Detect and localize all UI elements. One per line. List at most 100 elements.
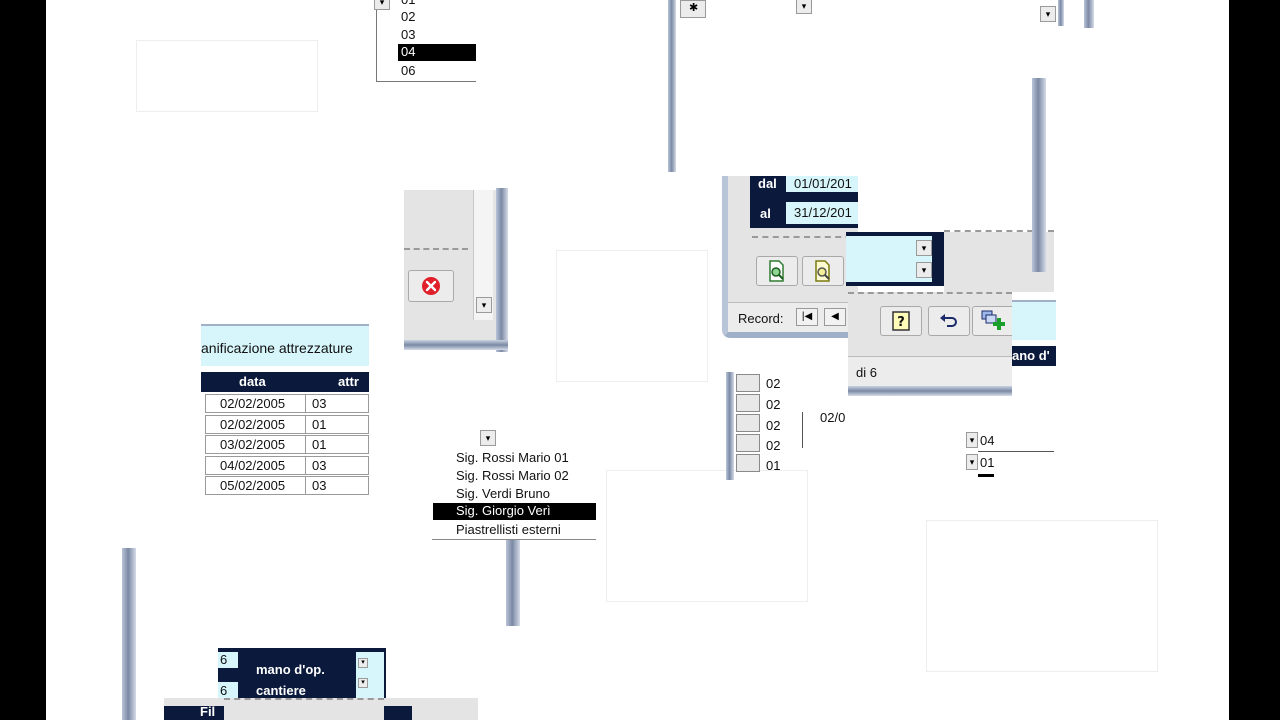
equipment-cell[interactable]: 03 bbox=[305, 455, 369, 475]
window-edge bbox=[122, 548, 136, 720]
record-selector-button[interactable]: ✱ bbox=[680, 0, 706, 18]
previous-record-button[interactable]: ◀ bbox=[824, 308, 846, 326]
dropdown-arrow-button[interactable]: ▾ bbox=[1040, 6, 1056, 22]
code-cell[interactable]: 02 bbox=[766, 438, 780, 453]
table-row[interactable]: 04/02/2005 03 bbox=[201, 455, 369, 476]
count-field[interactable]: 6 bbox=[218, 652, 238, 668]
person-dropdown-list[interactable]: ▾ Sig. Rossi Mario 01 Sig. Rossi Mario 0… bbox=[432, 430, 596, 540]
footer-tab: Fil bbox=[164, 704, 224, 720]
dropdown-option[interactable]: 06 bbox=[401, 63, 415, 78]
dropdown-option[interactable]: 03 bbox=[401, 27, 415, 42]
from-date-value: 01/01/201 bbox=[794, 176, 852, 191]
dropdown-option[interactable]: 01 bbox=[401, 0, 415, 7]
grid-line bbox=[802, 412, 803, 448]
date-cell[interactable]: 02/02/2005 bbox=[205, 394, 305, 413]
equipment-cell[interactable]: 01 bbox=[305, 414, 369, 434]
to-date-field[interactable]: 31/12/201 bbox=[786, 202, 858, 224]
previous-record-icon: ◀ bbox=[831, 311, 839, 322]
dropdown-arrow-button[interactable]: ▾ bbox=[966, 454, 978, 470]
undo-button[interactable] bbox=[928, 306, 970, 336]
print-preview-button[interactable] bbox=[802, 256, 844, 286]
person-option-selected[interactable]: Sig. Giorgio Verì bbox=[433, 503, 596, 520]
column-header-text: ano d' bbox=[1012, 348, 1050, 363]
equipment-cell[interactable]: 03 bbox=[305, 476, 369, 495]
to-label: al bbox=[760, 206, 771, 221]
date-cell[interactable]: 04/02/2005 bbox=[205, 455, 305, 475]
planning-table: anificazione attrezzature data attr 02/0… bbox=[201, 324, 369, 500]
combo-value[interactable]: 04 bbox=[980, 433, 994, 448]
window-edge bbox=[668, 0, 676, 172]
date-cell[interactable]: 05/02/2005 bbox=[205, 476, 305, 495]
record-count: di 6 bbox=[856, 365, 877, 380]
dropdown-arrow-button[interactable]: ▾ bbox=[374, 0, 390, 10]
record-selector[interactable] bbox=[736, 414, 760, 432]
from-label: dal bbox=[758, 176, 777, 191]
record-selector[interactable] bbox=[736, 434, 760, 452]
window-edge bbox=[726, 372, 734, 480]
help-button[interactable]: ? bbox=[880, 306, 922, 336]
combo-value[interactable]: 01 bbox=[980, 455, 994, 470]
window-edge bbox=[1058, 0, 1064, 26]
first-record-button[interactable]: |◀ bbox=[796, 308, 818, 326]
date-filter-panel: dal 01/01/201 al 31/12/201 Record: |◀ ◀ bbox=[722, 176, 864, 338]
header-strip bbox=[1012, 300, 1056, 340]
code-cell[interactable]: 02 bbox=[766, 397, 780, 412]
code-list: 02 02 02 02 01 02/0 bbox=[726, 372, 846, 482]
from-date-field[interactable]: 01/01/201 bbox=[786, 176, 858, 192]
toolbar-button-row: ? bbox=[848, 292, 1016, 356]
count-value: 6 bbox=[220, 683, 228, 698]
column-header-fragment: ano d' bbox=[1012, 346, 1056, 366]
dropdown-arrow-button[interactable]: ▾ bbox=[480, 430, 496, 446]
header-date: data bbox=[239, 374, 266, 389]
planning-header: data attr bbox=[201, 372, 369, 392]
code-cell[interactable]: 02 bbox=[766, 376, 780, 391]
background-artifact bbox=[606, 470, 808, 602]
dialog-separator bbox=[404, 248, 468, 250]
background-artifact bbox=[136, 40, 318, 112]
person-option[interactable]: Piastrellisti esterni bbox=[456, 522, 561, 537]
dropdown-arrow-button[interactable]: ▾ bbox=[796, 0, 812, 14]
record-selector[interactable] bbox=[736, 454, 760, 472]
equipment-cell[interactable]: 01 bbox=[305, 435, 369, 454]
record-label: Record: bbox=[738, 311, 784, 326]
dialog-scrollbar[interactable]: ▾ bbox=[473, 190, 493, 320]
add-record-button[interactable] bbox=[972, 306, 1016, 336]
row-label-site: cantiere bbox=[256, 683, 306, 698]
table-row[interactable]: 02/02/2005 03 bbox=[201, 394, 369, 414]
scroll-down-arrow[interactable]: ▾ bbox=[476, 297, 492, 313]
table-row[interactable]: 05/02/2005 03 bbox=[201, 476, 369, 496]
add-record-icon bbox=[981, 310, 1005, 330]
footer-text: Fil bbox=[200, 704, 216, 719]
planning-title: anificazione attrezzature bbox=[201, 340, 353, 356]
planning-title-bar: anificazione attrezzature bbox=[201, 324, 369, 366]
dropdown-arrow-button[interactable]: ▾ bbox=[358, 658, 368, 668]
code-cell[interactable]: 01 bbox=[766, 458, 780, 473]
date-cell-fragment[interactable]: 02/0 bbox=[820, 410, 845, 425]
dropdown-option-selected[interactable]: 04 bbox=[398, 44, 476, 61]
document-search-icon bbox=[815, 260, 830, 282]
mini-combo-group: ▾ 04 ▾ 01 bbox=[964, 430, 1056, 478]
table-row[interactable]: 02/02/2005 01 bbox=[201, 414, 369, 435]
person-option[interactable]: Sig. Rossi Mario 02 bbox=[456, 468, 569, 483]
code-cell[interactable]: 02 bbox=[766, 418, 780, 433]
code-dropdown-list[interactable]: 01 02 03 04 06 bbox=[376, 0, 476, 82]
dropdown-arrow-button[interactable]: ▾ bbox=[966, 432, 978, 448]
close-button[interactable] bbox=[408, 270, 454, 302]
record-selector[interactable] bbox=[736, 394, 760, 412]
dropdown-arrow-button[interactable]: ▾ bbox=[358, 678, 368, 688]
person-option[interactable]: Sig. Rossi Mario 01 bbox=[456, 450, 569, 465]
bottom-footer: Fil bbox=[164, 698, 478, 720]
window-edge bbox=[496, 188, 508, 352]
table-row[interactable]: 03/02/2005 01 bbox=[201, 435, 369, 455]
record-selector[interactable] bbox=[736, 374, 760, 392]
person-option[interactable]: Sig. Verdi Bruno bbox=[456, 486, 550, 501]
window-edge bbox=[404, 340, 508, 350]
document-search-icon bbox=[769, 260, 784, 282]
date-cell[interactable]: 02/02/2005 bbox=[205, 414, 305, 434]
count-value: 6 bbox=[220, 652, 228, 667]
counts-panel: 6 6 mano d'op. cantiere ▾ ▾ bbox=[218, 648, 386, 704]
equipment-cell[interactable]: 03 bbox=[305, 394, 369, 413]
date-cell[interactable]: 03/02/2005 bbox=[205, 435, 305, 454]
dropdown-option[interactable]: 02 bbox=[401, 9, 415, 24]
preview-report-button[interactable] bbox=[756, 256, 798, 286]
